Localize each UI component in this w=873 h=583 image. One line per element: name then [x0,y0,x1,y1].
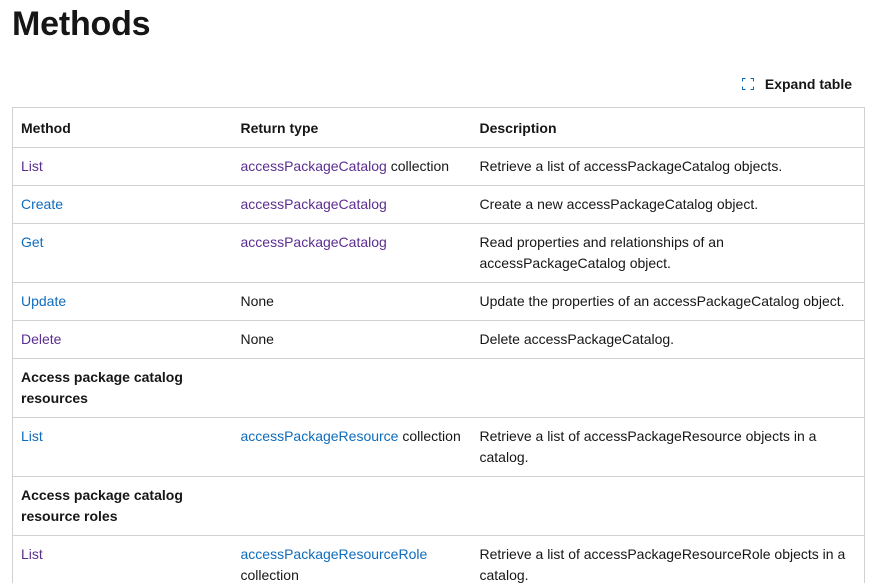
method-link-list-resource-roles[interactable]: List [21,546,43,562]
table-row: Get accessPackageCatalog Read properties… [12,223,865,283]
method-link-list-resources[interactable]: List [21,428,43,444]
method-description: Create a new accessPackageCatalog object… [471,185,865,224]
return-type-suffix: collection [240,567,299,583]
column-header-return-type: Return type [232,107,472,148]
table-row: Delete None Delete accessPackageCatalog. [12,320,865,359]
section-row: Access package catalog resource roles [12,476,865,536]
method-description: Retrieve a list of accessPackageResource… [471,535,865,583]
table-row: Update None Update the properties of an … [12,282,865,321]
return-type-link[interactable]: accessPackageCatalog [241,196,387,212]
methods-table: Method Return type Description List acce… [12,107,865,583]
method-description: Retrieve a list of accessPackageResource… [471,417,865,477]
section-heading: Access package catalog resources [12,358,233,418]
return-type-link[interactable]: accessPackageResource [241,428,399,444]
method-description: Delete accessPackageCatalog. [471,320,865,359]
expand-table-label: Expand table [764,76,852,92]
method-description: Update the properties of an accessPackag… [471,282,865,321]
return-type-text: None [232,320,472,359]
method-description: Read properties and relationships of an … [471,223,865,283]
return-type-link[interactable]: accessPackageCatalog [241,234,387,250]
return-type-suffix: collection [386,158,450,174]
table-row: List accessPackageCatalog collection Ret… [12,147,865,186]
method-link-update-catalog[interactable]: Update [21,293,66,309]
methods-table-container: Method Return type Description List acce… [12,107,865,583]
method-description: Retrieve a list of accessPackageCatalog … [471,147,865,186]
return-type-link[interactable]: accessPackageResourceRole [241,546,428,562]
table-row: List accessPackageResource collection Re… [12,417,865,477]
column-header-method: Method [12,107,233,148]
section-heading: Access package catalog resource roles [12,476,233,536]
column-header-description: Description [471,107,865,148]
section-row: Access package catalog resources [12,358,865,418]
page-title: Methods [12,5,151,43]
method-link-delete-catalog[interactable]: Delete [21,331,61,347]
table-row: Create accessPackageCatalog Create a new… [12,185,865,224]
return-type-link[interactable]: accessPackageCatalog [241,158,387,174]
table-header-row: Method Return type Description [12,107,865,148]
method-link-list-catalog[interactable]: List [21,158,43,174]
method-link-get-catalog[interactable]: Get [21,234,44,250]
return-type-suffix: collection [398,428,461,444]
return-type-text: None [232,282,472,321]
expand-table-button[interactable]: Expand table [741,74,852,94]
expand-icon [741,78,754,90]
method-link-create-catalog[interactable]: Create [21,196,63,212]
table-row: List accessPackageResourceRole collection… [12,535,865,583]
